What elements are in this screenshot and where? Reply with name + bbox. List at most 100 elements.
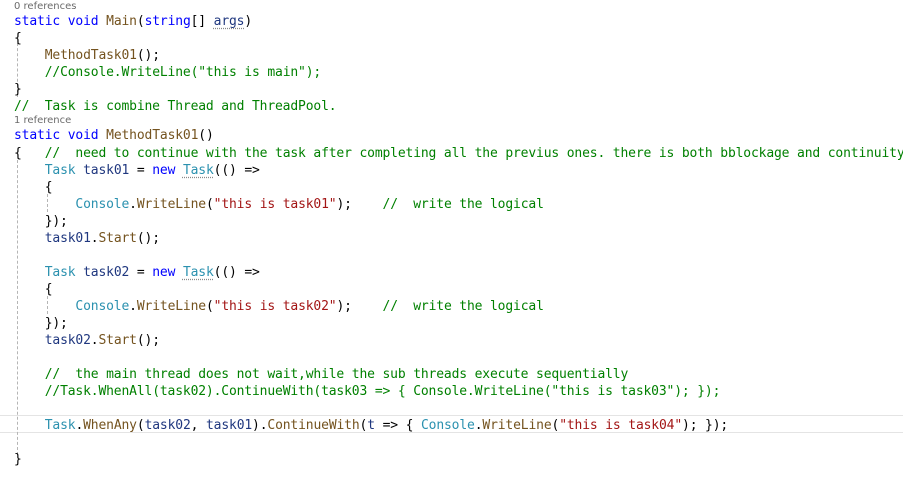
code-token: void: [67, 14, 99, 29]
code-token: ).: [252, 418, 268, 433]
code-token: }: [14, 82, 22, 97]
code-token: ,: [190, 418, 206, 433]
code-token: });: [14, 316, 68, 331]
code-token: (): [198, 128, 214, 143]
code-token: );: [336, 197, 383, 212]
code-token: Task: [182, 163, 214, 178]
code-line-brace-open[interactable]: {: [14, 30, 22, 47]
code-token: "this is task01": [213, 197, 337, 212]
code-token: //Console.WriteLine("this is main");: [44, 65, 322, 80]
code-line-method-signature[interactable]: static void MethodTask01(): [14, 127, 214, 144]
code-token: ();: [136, 231, 160, 246]
code-token: ();: [136, 48, 160, 63]
code-line-task01-start[interactable]: task01.Start();: [14, 230, 160, 247]
code-token: ); });: [682, 418, 729, 433]
code-token: ();: [136, 333, 160, 348]
code-token: WhenAny: [83, 418, 137, 433]
code-token: {: [14, 180, 53, 195]
code-token: .: [75, 418, 84, 433]
code-line-writeline-task02[interactable]: Console.WriteLine("this is task02"); // …: [14, 298, 544, 315]
code-line-call-method[interactable]: MethodTask01();: [14, 47, 160, 64]
code-token: {: [14, 146, 22, 161]
code-token: Task: [182, 265, 214, 280]
code-line-comment[interactable]: //Console.WriteLine("this is main");: [14, 64, 322, 81]
code-token: MethodTask01: [44, 48, 137, 63]
code-line-close-lambda[interactable]: });: [14, 315, 68, 332]
code-token: Console: [75, 197, 130, 212]
code-token: Task: [44, 265, 76, 280]
code-token: task01: [205, 418, 253, 433]
code-line-task01-decl[interactable]: Task task01 = new Task(() =>: [14, 162, 260, 179]
codelens-references[interactable]: 0 references: [14, 1, 77, 13]
code-line-writeline-task01[interactable]: Console.WriteLine("this is task01"); // …: [14, 196, 544, 213]
code-token: []: [190, 14, 214, 29]
code-editor[interactable]: 0 references 1 reference static void Mai…: [0, 0, 903, 482]
code-token: task02: [44, 333, 91, 348]
code-token: static: [14, 14, 61, 29]
code-line-close-lambda[interactable]: });: [14, 213, 68, 230]
code-line-brace-open[interactable]: {: [14, 281, 53, 298]
code-token: =: [129, 265, 153, 280]
code-token: Start: [98, 333, 137, 348]
code-line-task02-decl[interactable]: Task task02 = new Task(() =>: [14, 264, 260, 281]
code-token: }: [14, 452, 22, 467]
code-token: {: [14, 282, 53, 297]
code-line-task02-start[interactable]: task02.Start();: [14, 332, 160, 349]
code-token: task02: [144, 418, 191, 433]
code-line-main-signature[interactable]: static void Main(string[] args): [14, 13, 252, 30]
code-token: // the main thread does not wait,while t…: [44, 367, 629, 382]
code-token: WriteLine: [136, 299, 206, 314]
code-token: (: [205, 197, 214, 212]
code-token: "this is task04": [559, 418, 683, 433]
code-token: Start: [98, 231, 137, 246]
code-token: (() =>: [213, 163, 260, 178]
code-line-brace-close[interactable]: }: [14, 451, 22, 468]
code-token: Console: [420, 418, 475, 433]
code-token: // need to continue with the task after …: [44, 146, 903, 161]
codelens-references[interactable]: 1 reference: [14, 115, 71, 127]
code-token: => {: [374, 418, 421, 433]
code-token: (: [205, 299, 214, 314]
code-token: (: [136, 418, 145, 433]
code-line-brace-close[interactable]: }: [14, 81, 22, 98]
code-token: MethodTask01: [106, 128, 199, 143]
code-line-comment[interactable]: { // need to continue with the task afte…: [14, 145, 903, 162]
code-line-whenany[interactable]: Task.WhenAny(task02, task01).ContinueWit…: [14, 417, 729, 434]
code-token: WriteLine: [136, 197, 206, 212]
code-token: new: [152, 163, 176, 178]
code-token: Task: [44, 418, 76, 433]
code-token: WriteLine: [482, 418, 552, 433]
code-token: // write the logical: [382, 299, 544, 314]
code-line-comment[interactable]: // the main thread does not wait,while t…: [14, 366, 629, 383]
code-line-comment[interactable]: // Task is combine Thread and ThreadPool…: [14, 98, 337, 115]
code-token: // write the logical: [382, 197, 544, 212]
code-token: ContinueWith: [267, 418, 360, 433]
code-token: string: [144, 14, 191, 29]
code-token: Main: [106, 14, 137, 29]
code-line-comment[interactable]: //Task.WhenAll(task02).ContinueWith(task…: [14, 383, 721, 400]
code-token: void: [67, 128, 99, 143]
code-token: task01: [44, 231, 91, 246]
code-token: new: [152, 265, 176, 280]
code-token: Console: [75, 299, 130, 314]
code-token: Task: [44, 163, 76, 178]
code-token: .: [129, 299, 137, 314]
code-token: });: [14, 214, 68, 229]
code-token: (() =>: [213, 265, 260, 280]
code-line-brace-open[interactable]: {: [14, 179, 53, 196]
